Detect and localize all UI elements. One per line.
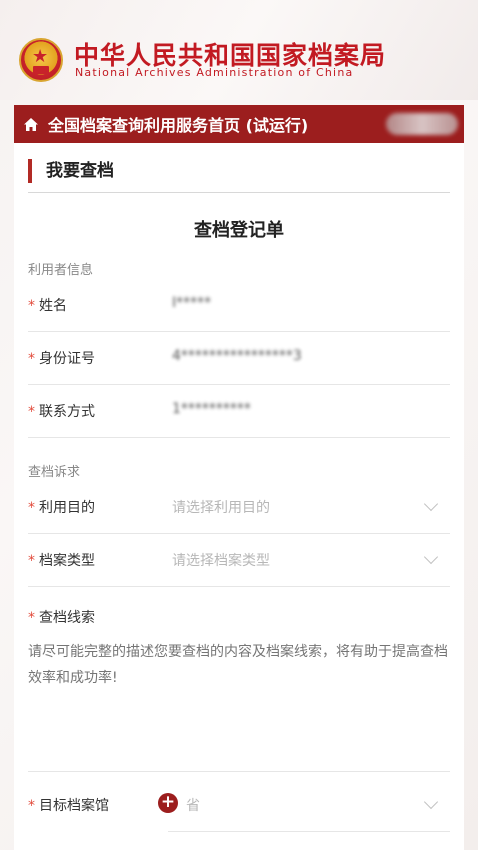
user-info-redacted: [386, 113, 458, 135]
id-number-row[interactable]: * 身份证号 4****************3: [28, 332, 450, 385]
org-name-en: National Archives Administration of Chin…: [75, 66, 354, 79]
chevron-down-icon[interactable]: [423, 794, 439, 810]
required-mark: *: [28, 404, 35, 420]
purpose-placeholder[interactable]: 请选择利用目的: [172, 497, 270, 517]
required-mark: *: [28, 298, 35, 314]
user-info-group-label: 利用者信息: [28, 263, 94, 278]
divider: [28, 771, 450, 772]
id-number-field[interactable]: 4****************3: [172, 348, 302, 364]
chevron-down-icon[interactable]: [423, 549, 439, 565]
contact-label: * 联系方式: [28, 404, 95, 420]
divider: [28, 192, 450, 193]
clue-label: * 查档线索: [28, 610, 95, 626]
purpose-select[interactable]: * 利用目的 请选择利用目的: [28, 481, 450, 534]
section-title: 我要查档: [28, 159, 114, 183]
home-nav-bar[interactable]: 全国档案查询利用服务首页 (试运行): [14, 105, 464, 143]
province-select[interactable]: 省: [186, 795, 200, 815]
archive-type-placeholder[interactable]: 请选择档案类型: [172, 550, 270, 570]
clue-textarea[interactable]: [28, 639, 450, 769]
name-row[interactable]: * 姓名 I*****: [28, 279, 450, 332]
required-mark: *: [28, 500, 35, 516]
request-group-label: 查档诉求: [28, 465, 81, 480]
home-nav-link[interactable]: 全国档案查询利用服务首页 (试运行): [48, 112, 308, 136]
target-archive-label: * 目标档案馆: [28, 798, 109, 814]
form-card: 我要查档 查档登记单 利用者信息 * 姓名 I***** * 身份证号 4*****…: [14, 143, 464, 850]
required-mark: *: [28, 610, 35, 626]
id-number-label: * 身份证号: [28, 351, 95, 367]
contact-row[interactable]: * 联系方式 1**********: [28, 385, 450, 438]
site-header: ★ 中华人民共和国国家档案局 National Archives Adminis…: [0, 0, 478, 100]
name-label: * 姓名: [28, 298, 67, 314]
national-emblem-icon: ★: [19, 38, 63, 82]
form-title: 查档登记单: [194, 220, 284, 241]
required-mark: *: [28, 798, 35, 814]
contact-field[interactable]: 1**********: [172, 401, 251, 417]
archive-type-label: * 档案类型: [28, 553, 95, 569]
archive-type-select[interactable]: * 档案类型 请选择档案类型: [28, 534, 450, 587]
required-mark: *: [28, 553, 35, 569]
purpose-label: * 利用目的: [28, 500, 95, 516]
chevron-down-icon[interactable]: [423, 496, 439, 512]
plus-circle-icon[interactable]: +: [158, 793, 178, 813]
name-field[interactable]: I*****: [172, 295, 211, 311]
target-archive-row[interactable]: * 目标档案馆 + 省: [28, 779, 450, 832]
required-mark: *: [28, 351, 35, 367]
home-icon[interactable]: [14, 105, 48, 143]
